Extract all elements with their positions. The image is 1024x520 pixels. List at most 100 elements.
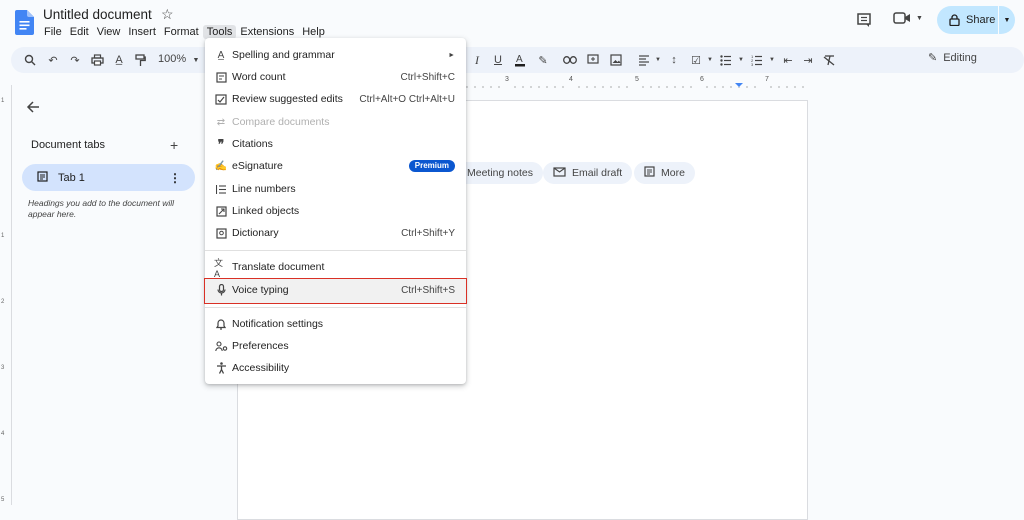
menu-item-review-edits[interactable]: Review suggested edits Ctrl+Alt+O Ctrl+A… [205,88,466,110]
menu-view[interactable]: View [93,25,125,39]
translate-icon: 文A [214,257,224,279]
submenu-arrow-icon: ► [448,51,455,59]
premium-badge: Premium [408,160,455,172]
dictionary-icon [214,226,228,240]
decrease-indent-icon[interactable]: ⇤ [780,52,796,68]
menu-divider [205,307,466,308]
clear-format-icon[interactable] [821,52,837,68]
more-chip[interactable]: More [634,162,695,184]
document-icon [37,170,48,185]
underline-icon[interactable]: U [490,52,506,68]
ruler-mark: 5 [635,76,639,83]
esignature-icon: ✍ [214,160,228,172]
share-button[interactable]: Share ▼ [937,6,1015,34]
zoom-dropdown-icon[interactable]: ▼ [188,52,204,68]
spellcheck-icon: A̲ [217,49,225,61]
menu-item-dictionary[interactable]: Dictionary Ctrl+Shift+Y [205,222,466,244]
more-icon [644,166,655,180]
increase-indent-icon[interactable]: ⇥ [800,52,816,68]
bell-icon [214,317,228,331]
star-icon[interactable]: ☆ [161,6,174,23]
image-icon[interactable] [608,52,624,68]
email-icon [553,166,566,180]
menu-file[interactable]: File [40,25,66,39]
docs-logo-icon[interactable] [15,10,34,35]
menu-item-citations[interactable]: ❞ Citations [205,133,466,155]
spellcheck-icon[interactable]: A̲ [111,52,127,68]
tabs-hint-text: Headings you add to the document will ap… [28,198,175,219]
align-dropdown-icon[interactable]: ▼ [650,52,666,68]
zoom-select[interactable]: 100% [158,53,186,65]
add-tab-icon[interactable]: + [170,137,178,153]
tab-label: Tab 1 [58,171,85,184]
document-tabs-title: Document tabs [31,139,105,151]
more-label: More [661,167,685,179]
numbered-dropdown-icon[interactable]: ▼ [764,52,780,68]
menu-bar: File Edit View Insert Format Tools Exten… [40,25,329,39]
menu-item-word-count[interactable]: Word count Ctrl+Shift+C [205,66,466,88]
ruler-mark: 7 [765,76,769,83]
ruler-mark: 3 [505,76,509,83]
paint-format-icon[interactable] [132,52,148,68]
print-icon[interactable] [89,52,105,68]
redo-icon[interactable]: ↷ [67,52,83,68]
citations-icon: ❞ [217,137,225,151]
menu-item-preferences[interactable]: Preferences [205,335,466,357]
menu-item-esignature[interactable]: ✍ eSignature Premium [205,155,466,177]
menu-divider [205,250,466,251]
share-dropdown-icon[interactable]: ▼ [999,17,1015,24]
text-color-icon[interactable]: A [512,52,528,68]
email-draft-label: Email draft [572,167,623,179]
share-label: Share [966,14,996,26]
line-numbers-icon [214,182,228,196]
video-camera-icon [893,12,910,24]
undo-icon[interactable]: ↶ [45,52,61,68]
menu-help[interactable]: Help [298,25,329,39]
menu-item-translate-document[interactable]: 文A Translate document [205,256,466,279]
kebab-menu-icon[interactable]: ⋮ [169,171,181,185]
menu-insert[interactable]: Insert [124,25,160,39]
menu-item-line-numbers[interactable]: Line numbers [205,178,466,200]
numbered-list-icon[interactable]: 123 [749,52,765,68]
menu-item-voice-typing[interactable]: Voice typing Ctrl+Shift+S [205,279,466,301]
search-icon[interactable] [22,52,38,68]
menu-tools[interactable]: Tools [202,25,237,39]
accessibility-icon [214,361,228,375]
chevron-down-icon: ▼ [916,14,923,22]
pencil-icon: ✎ [928,52,938,64]
ruler-mark: 4 [569,76,573,83]
menu-format[interactable]: Format [160,25,203,39]
menu-extensions[interactable]: Extensions [236,25,298,39]
back-arrow-icon[interactable] [25,100,41,119]
vertical-ruler: 1 1 2 3 4 5 [0,85,12,505]
ruler-mark: 6 [700,76,704,83]
document-title[interactable]: Untitled document [43,7,152,22]
menu-item-spelling-grammar[interactable]: A̲ Spelling and grammar ► [205,44,466,66]
comment-history-icon[interactable] [856,12,872,28]
link-icon[interactable] [562,52,578,68]
review-edits-icon [214,92,228,106]
bullet-list-icon[interactable] [718,52,734,68]
comment-add-icon[interactable] [585,52,601,68]
meeting-notes-label: Meeting notes [467,167,533,179]
word-count-icon [214,70,228,84]
bullet-dropdown-icon[interactable]: ▼ [733,52,749,68]
meet-button[interactable]: ▼ [893,11,923,25]
menu-item-accessibility[interactable]: Accessibility [205,357,466,379]
menu-item-compare-documents: ⇄ Compare documents [205,111,466,133]
svg-text:A: A [516,54,523,65]
editing-mode-select[interactable]: ✎ Editing ▼ [928,51,1024,65]
line-spacing-icon[interactable]: ↕ [666,52,682,68]
checklist-dropdown-icon[interactable]: ▼ [702,52,718,68]
menu-item-notification-settings[interactable]: Notification settings [205,313,466,335]
menu-item-linked-objects[interactable]: Linked objects [205,200,466,222]
highlight-icon[interactable]: ✎ [535,52,551,68]
compare-icon: ⇄ [216,116,226,128]
tab-item-tab-1[interactable]: Tab 1 ⋮ [22,164,195,191]
email-draft-chip[interactable]: Email draft [543,162,633,184]
preferences-icon [214,339,228,353]
microphone-icon [214,283,228,297]
menu-edit[interactable]: Edit [66,25,93,39]
italic-icon[interactable]: I [469,52,485,68]
svg-text:3: 3 [751,62,754,66]
